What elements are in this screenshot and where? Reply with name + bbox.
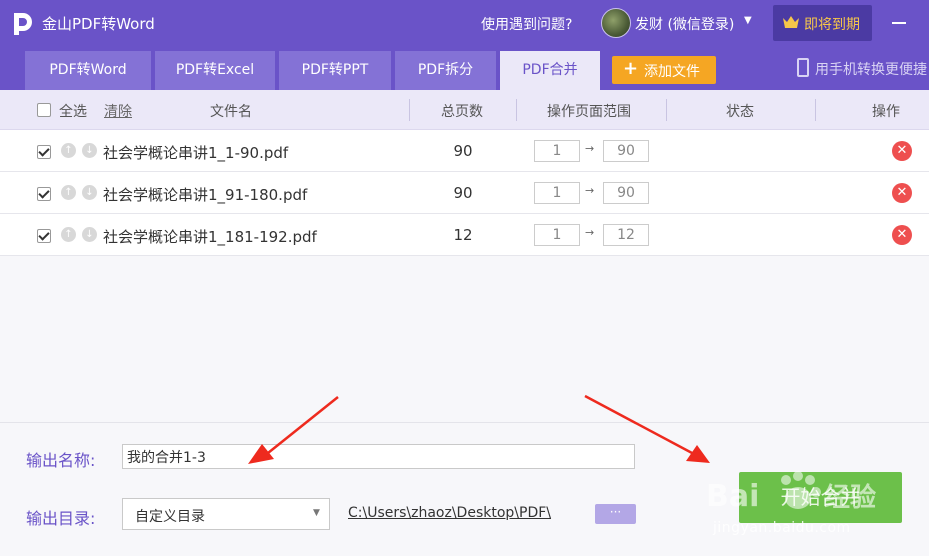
column-action: 操作 <box>872 104 900 120</box>
column-divider <box>409 99 410 121</box>
plus-icon: + <box>623 58 639 79</box>
vip-label: 即将到期 <box>804 17 860 33</box>
range-from-input[interactable]: 1 <box>534 182 580 204</box>
tab-pdf-to-excel[interactable]: PDF转Excel <box>155 51 275 90</box>
select-all-label: 全选 <box>59 104 87 120</box>
column-divider <box>815 99 816 121</box>
arrow-right-icon: → <box>585 226 595 239</box>
file-name: 社会学概论串讲1_91-180.pdf <box>103 186 308 204</box>
table-row: ↑ ↓ 社会学概论串讲1_181-192.pdf 12 1 → 12 ✕ <box>0 214 929 256</box>
range-from-input[interactable]: 1 <box>534 224 580 246</box>
move-up-icon[interactable]: ↑ <box>61 143 76 158</box>
output-name-input[interactable] <box>122 444 635 469</box>
output-dir-path[interactable]: C:\Users\zhaoz\Desktop\PDF\ <box>348 505 551 521</box>
file-name: 社会学概论串讲1_1-90.pdf <box>103 144 289 162</box>
chevron-down-icon[interactable]: ▼ <box>744 15 752 26</box>
column-total-pages: 总页数 <box>441 104 483 120</box>
tab-pdf-to-word[interactable]: PDF转Word <box>25 51 151 90</box>
vip-expiry-button[interactable]: 即将到期 <box>773 5 872 41</box>
total-pages: 90 <box>453 142 473 160</box>
help-link[interactable]: 使用遇到问题? <box>481 14 572 34</box>
add-file-button[interactable]: + 添加文件 <box>612 56 716 84</box>
range-from-input[interactable]: 1 <box>534 140 580 162</box>
watermark-text: jingyan.baidu.com <box>713 520 851 536</box>
file-list-empty-area <box>0 256 929 422</box>
move-up-icon[interactable]: ↑ <box>61 227 76 242</box>
output-dir-select[interactable]: 自定义目录 ▼ <box>122 498 330 530</box>
arrow-right-icon: → <box>585 142 595 155</box>
range-to-input[interactable]: 12 <box>603 224 649 246</box>
table-row: ↑ ↓ 社会学概论串讲1_1-90.pdf 90 1 → 90 ✕ <box>0 130 929 172</box>
move-down-icon[interactable]: ↓ <box>82 143 97 158</box>
row-checkbox[interactable] <box>37 145 51 159</box>
app-logo-icon <box>14 13 32 35</box>
select-all-checkbox[interactable] <box>37 103 51 117</box>
user-name[interactable]: 发财 (微信登录) <box>635 14 734 34</box>
total-pages: 90 <box>453 184 473 202</box>
file-name: 社会学概论串讲1_181-192.pdf <box>103 228 317 246</box>
column-divider <box>516 99 517 121</box>
title-bar: 金山PDF转Word 使用遇到问题? 发财 (微信登录) ▼ 即将到期 <box>0 0 929 46</box>
output-dir-selected: 自定义目录 <box>135 509 205 525</box>
delete-icon[interactable]: ✕ <box>892 225 912 245</box>
move-down-icon[interactable]: ↓ <box>82 227 97 242</box>
dropdown-caret-icon: ▼ <box>313 508 320 518</box>
range-to-input[interactable]: 90 <box>603 182 649 204</box>
table-header: 全选 清除 文件名 总页数 操作页面范围 状态 操作 <box>0 90 929 130</box>
table-row: ↑ ↓ 社会学概论串讲1_91-180.pdf 90 1 → 90 ✕ <box>0 172 929 214</box>
delete-icon[interactable]: ✕ <box>892 141 912 161</box>
range-to-input[interactable]: 90 <box>603 140 649 162</box>
move-down-icon[interactable]: ↓ <box>82 185 97 200</box>
column-filename: 文件名 <box>210 104 252 120</box>
start-merge-button[interactable]: 开始合并 <box>739 472 902 523</box>
output-name-label: 输出名称: <box>26 451 96 470</box>
app-title: 金山PDF转Word <box>42 15 155 33</box>
tab-pdf-split[interactable]: PDF拆分 <box>395 51 496 90</box>
add-file-label: 添加文件 <box>644 64 700 80</box>
row-checkbox[interactable] <box>37 229 51 243</box>
row-checkbox[interactable] <box>37 187 51 201</box>
tab-bar: PDF转Word PDF转Excel PDF转PPT PDF拆分 PDF合并 +… <box>0 46 929 90</box>
crown-icon <box>783 16 799 28</box>
column-divider <box>666 99 667 121</box>
phone-icon <box>797 58 809 77</box>
total-pages: 12 <box>453 226 473 244</box>
phone-convert-link[interactable]: 用手机转换更便捷 <box>815 59 927 79</box>
minimize-icon[interactable] <box>892 22 906 24</box>
output-dir-label: 输出目录: <box>26 509 96 528</box>
clear-button[interactable]: 清除 <box>104 101 132 121</box>
column-status: 状态 <box>726 104 754 120</box>
tab-pdf-merge[interactable]: PDF合并 <box>500 51 600 90</box>
delete-icon[interactable]: ✕ <box>892 183 912 203</box>
column-page-range: 操作页面范围 <box>547 104 631 120</box>
browse-folder-button[interactable]: ··· <box>595 504 636 524</box>
avatar[interactable] <box>601 8 631 38</box>
arrow-right-icon: → <box>585 184 595 197</box>
tab-pdf-to-ppt[interactable]: PDF转PPT <box>279 51 391 90</box>
move-up-icon[interactable]: ↑ <box>61 185 76 200</box>
